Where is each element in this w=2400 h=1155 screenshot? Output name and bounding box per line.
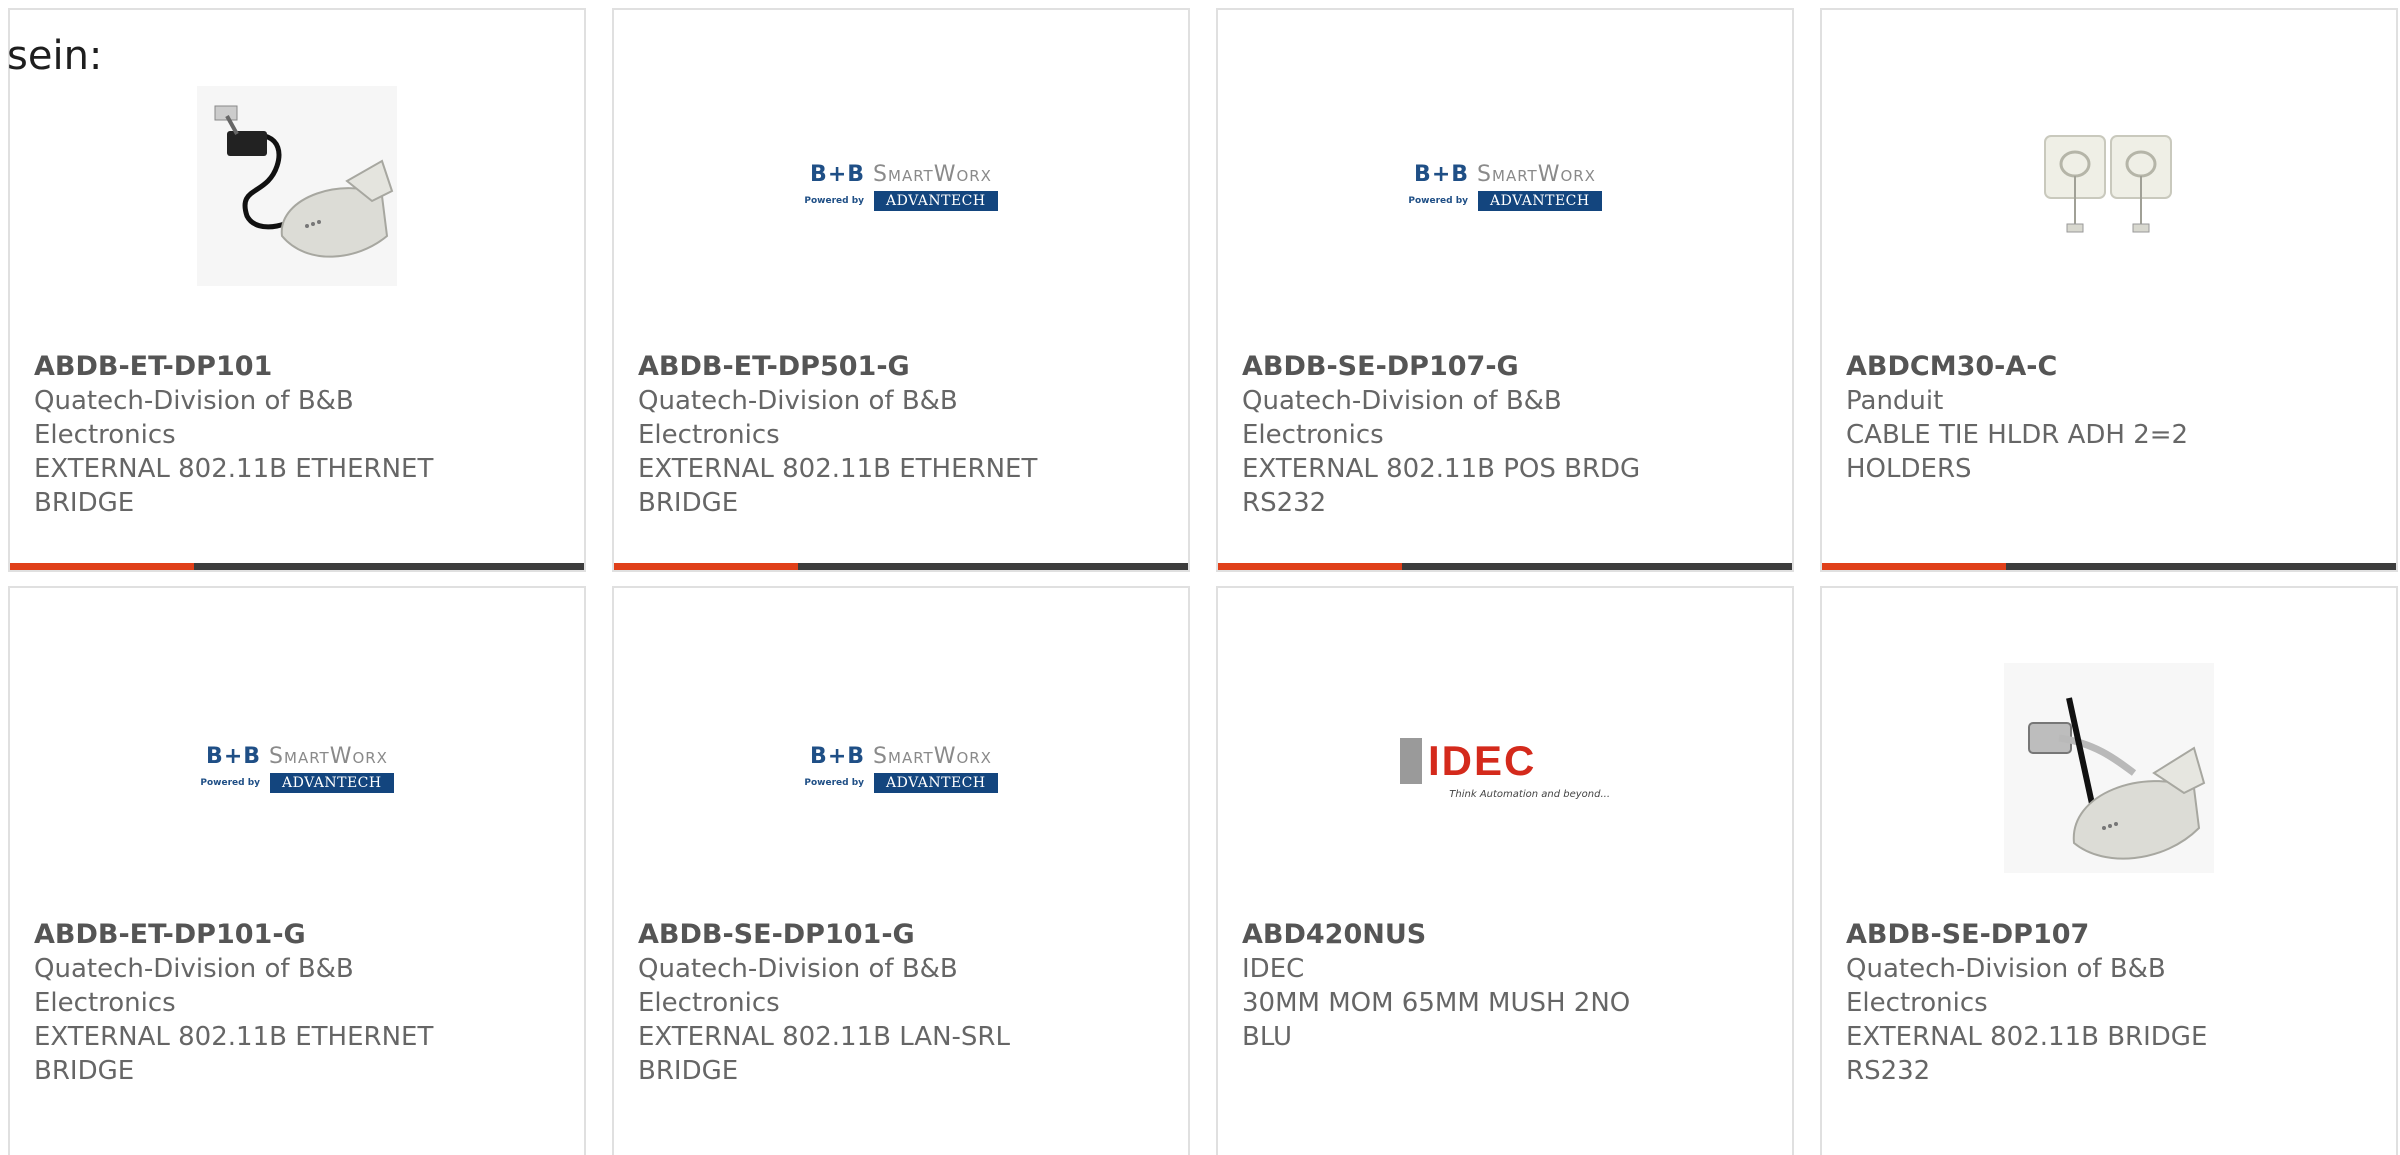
product-part-number[interactable]: ABDB-SE-DP107 <box>1846 919 2089 950</box>
product-card[interactable]: ABDB-SE-DP107 Quatech-Division of B&B El… <box>1820 586 2398 1155</box>
bb-smartworx-logo: B+B SmartWorx Powered by ADVANTECH <box>195 744 399 793</box>
logo-name: SmartWorx <box>1477 161 1596 187</box>
product-card[interactable]: IDEC Think Automation and beyond... ABD4… <box>1216 586 1794 1155</box>
product-image[interactable]: B+B SmartWorx Powered by ADVANTECH <box>1218 86 1792 286</box>
logo-tagline: Think Automation and beyond... <box>1449 788 1610 800</box>
product-description: 30MM MOM 65MM MUSH 2NO BLU <box>1242 988 1631 1052</box>
logo-partner: ADVANTECH <box>1478 190 1602 211</box>
logo-brand: B+B <box>1414 161 1470 187</box>
logo-partner: ADVANTECH <box>874 190 998 211</box>
product-manufacturer: Quatech-Division of B&B Electronics <box>638 954 958 1018</box>
bb-smartworx-logo: B+B SmartWorx Powered by ADVANTECH <box>799 162 1003 211</box>
product-part-number[interactable]: ABDB-ET-DP501-G <box>638 351 910 382</box>
product-card[interactable]: ABDCM30-A-C Panduit CABLE TIE HLDR ADH 2… <box>1820 8 2398 572</box>
logo-powered: Powered by <box>1408 195 1469 206</box>
product-manufacturer: Quatech-Division of B&B Electronics <box>34 386 354 450</box>
card-bar-accent <box>614 563 798 570</box>
card-bottom-bar <box>614 563 1188 570</box>
product-part-number[interactable]: ABDB-SE-DP101-G <box>638 919 915 950</box>
logo-brand: B+B <box>810 161 866 187</box>
card-bar-accent <box>1218 563 1402 570</box>
product-info: ABDCM30-A-C Panduit CABLE TIE HLDR ADH 2… <box>1846 350 2372 486</box>
product-image[interactable]: IDEC Think Automation and beyond... <box>1218 660 1792 876</box>
card-bottom-bar <box>1218 563 1792 570</box>
product-manufacturer: Quatech-Division of B&B Electronics <box>1242 386 1562 450</box>
product-image[interactable] <box>1822 660 2396 876</box>
product-card[interactable]: B+B SmartWorx Powered by ADVANTECH ABDB-ET… <box>8 586 586 1155</box>
product-image[interactable]: B+B SmartWorx Powered by ADVANTECH <box>614 660 1188 876</box>
logo-partner: ADVANTECH <box>874 772 998 793</box>
bb-smartworx-logo: B+B SmartWorx Powered by ADVANTECH <box>1403 162 1607 211</box>
product-description: EXTERNAL 802.11B LAN-SRL BRIDGE <box>638 1022 1010 1086</box>
intro-text: sein: <box>7 33 103 79</box>
product-info: ABDB-SE-DP107 Quatech-Division of B&B El… <box>1846 918 2372 1088</box>
product-manufacturer: Quatech-Division of B&B Electronics <box>638 386 958 450</box>
product-description: EXTERNAL 802.11B ETHERNET BRIDGE <box>638 454 1038 518</box>
product-info: ABDB-SE-DP107-G Quatech-Division of B&B … <box>1242 350 1768 520</box>
product-image[interactable] <box>10 86 584 286</box>
product-description: EXTERNAL 802.11B BRIDGE RS232 <box>1846 1022 2208 1086</box>
product-description: EXTERNAL 802.11B ETHERNET BRIDGE <box>34 1022 434 1086</box>
product-card[interactable]: ABDB-ET-DP101 Quatech-Division of B&B El… <box>8 8 586 572</box>
card-bar-accent <box>10 563 194 570</box>
product-card[interactable]: B+B SmartWorx Powered by ADVANTECH ABDB-SE… <box>1216 8 1794 572</box>
product-image[interactable]: B+B SmartWorx Powered by ADVANTECH <box>10 660 584 876</box>
card-bottom-bar <box>10 563 584 570</box>
product-part-number[interactable]: ABD420NUS <box>1242 919 1426 950</box>
card-bar-accent <box>1822 563 2006 570</box>
bb-smartworx-logo: B+B SmartWorx Powered by ADVANTECH <box>799 744 1003 793</box>
logo-brand: B+B <box>810 743 866 769</box>
idec-logo-bar <box>1400 737 1422 784</box>
logo-powered: Powered by <box>804 777 865 788</box>
product-part-number[interactable]: ABDCM30-A-C <box>1846 351 2057 382</box>
product-description: CABLE TIE HLDR ADH 2=2 HOLDERS <box>1846 420 2189 484</box>
product-info: ABDB-ET-DP101 Quatech-Division of B&B El… <box>34 350 560 520</box>
product-part-number[interactable]: ABDB-ET-DP101-G <box>34 919 306 950</box>
product-description: EXTERNAL 802.11B ETHERNET BRIDGE <box>34 454 434 518</box>
logo-name: SmartWorx <box>269 743 388 769</box>
ethernet-bridge-photo-icon <box>197 86 397 286</box>
product-card[interactable]: B+B SmartWorx Powered by ADVANTECH ABDB-ET… <box>612 8 1190 572</box>
logo-name: SmartWorx <box>873 161 992 187</box>
product-manufacturer: Quatech-Division of B&B Electronics <box>34 954 354 1018</box>
idec-logo: IDEC Think Automation and beyond... <box>1400 737 1610 800</box>
logo-powered: Powered by <box>200 777 261 788</box>
product-image[interactable]: B+B SmartWorx Powered by ADVANTECH <box>614 86 1188 286</box>
product-card[interactable]: B+B SmartWorx Powered by ADVANTECH ABDB-SE… <box>612 586 1190 1155</box>
product-info: ABDB-ET-DP101-G Quatech-Division of B&B … <box>34 918 560 1088</box>
serial-bridge-photo-icon <box>2004 663 2214 873</box>
product-part-number[interactable]: ABDB-SE-DP107-G <box>1242 351 1519 382</box>
product-info: ABD420NUS IDEC 30MM MOM 65MM MUSH 2NO BL… <box>1242 918 1768 1054</box>
logo-name: SmartWorx <box>873 743 992 769</box>
product-grid: ABDB-ET-DP101 Quatech-Division of B&B El… <box>8 8 2398 1155</box>
product-description: EXTERNAL 802.11B POS BRDG RS232 <box>1242 454 1641 518</box>
product-manufacturer: Panduit <box>1846 386 1944 416</box>
cable-tie-holder-photo-icon <box>2044 135 2172 233</box>
product-manufacturer: Quatech-Division of B&B Electronics <box>1846 954 2166 1018</box>
logo-name: IDEC <box>1428 736 1537 784</box>
product-manufacturer: IDEC <box>1242 954 1305 984</box>
product-info: ABDB-ET-DP501-G Quatech-Division of B&B … <box>638 350 1164 520</box>
card-bottom-bar <box>1822 563 2396 570</box>
page: sein: ABDB-ET-DP101 Quatech-Division of … <box>0 0 2400 1155</box>
logo-partner: ADVANTECH <box>270 772 394 793</box>
product-image[interactable] <box>1822 86 2396 286</box>
product-part-number[interactable]: ABDB-ET-DP101 <box>34 351 272 382</box>
logo-brand: B+B <box>206 743 262 769</box>
product-info: ABDB-SE-DP101-G Quatech-Division of B&B … <box>638 918 1164 1088</box>
logo-powered: Powered by <box>804 195 865 206</box>
